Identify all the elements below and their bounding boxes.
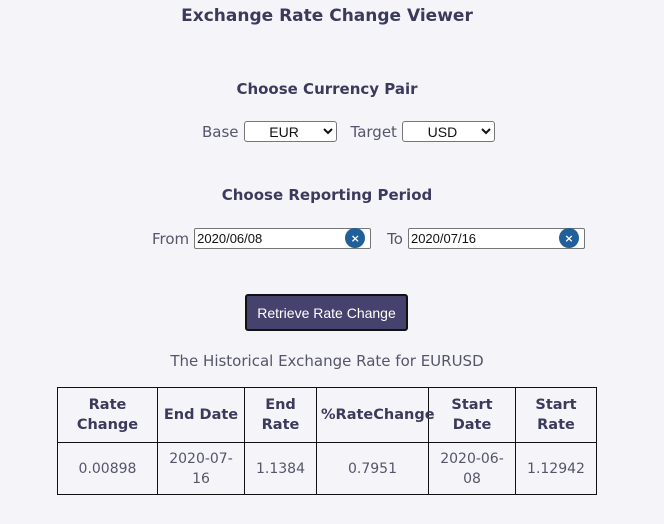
page-title: Exchange Rate Change Viewer [181,6,473,26]
column-header: Start Date [428,387,516,443]
column-header: Start Rate [515,387,597,443]
currency-pair-heading: Choose Currency Pair [236,80,418,98]
results-table: Rate Change End Date End Rate %RateChang… [57,387,597,495]
clear-icon[interactable]: × [558,228,579,248]
results-title: The Historical Exchange Rate for EURUSD [170,352,484,370]
reporting-period-row: From × To × [152,228,585,249]
retrieve-rate-change-button[interactable]: Retrieve Rate Change [245,294,408,331]
target-label: Target [350,122,397,141]
table-cell: 1.12942 [515,442,597,495]
base-label: Base [202,122,239,141]
column-header: Rate Change [57,387,158,443]
target-currency-select[interactable]: USD [401,121,495,142]
column-header: End Rate [244,387,317,443]
reporting-period-heading: Choose Reporting Period [221,186,433,204]
table-cell: 2020-06-08 [428,442,516,495]
clear-icon[interactable]: × [345,228,366,248]
base-currency-select[interactable]: EUR [243,121,337,142]
to-date-field[interactable]: × [407,228,585,249]
table-cell: 0.00898 [57,442,158,495]
table-cell: 1.1384 [244,442,317,495]
currency-pair-row: Base EUR Target USD [202,121,495,142]
table-header-row: Rate Change End Date End Rate %RateChang… [57,387,597,443]
from-date-field[interactable]: × [194,228,372,249]
from-date-input[interactable] [195,230,345,247]
column-header: %RateChange [316,387,435,443]
from-label: From [152,229,190,248]
table-row: 0.00898 2020-07-16 1.1384 0.7951 2020-06… [57,442,597,495]
column-header: End Date [157,387,245,443]
to-label: To [387,229,403,248]
table-cell: 2020-07-16 [157,442,245,495]
table-cell: 0.7951 [316,442,429,495]
to-date-input[interactable] [408,230,558,247]
